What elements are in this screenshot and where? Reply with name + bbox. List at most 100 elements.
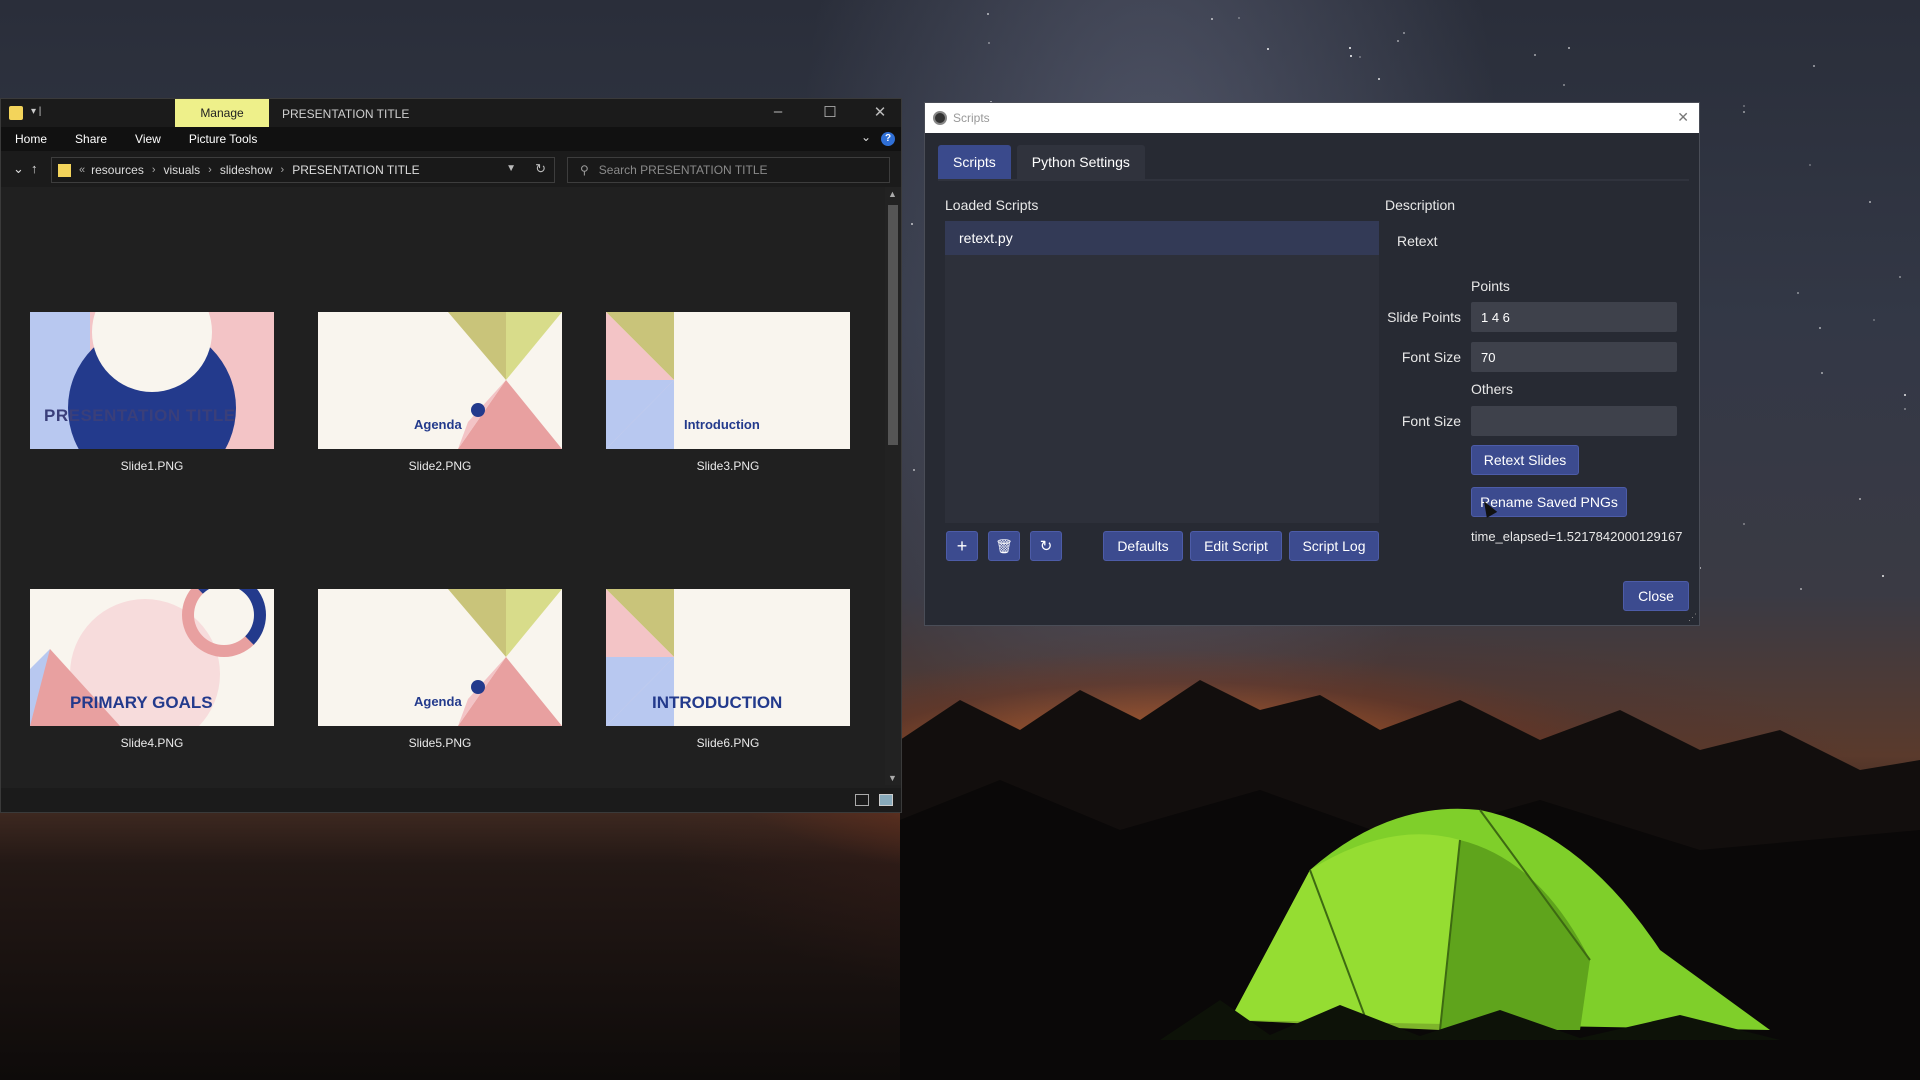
add-script-button[interactable]: + (946, 531, 978, 561)
breadcrumb-item[interactable]: visuals (163, 163, 200, 177)
folder-icon (58, 163, 71, 177)
vertical-scrollbar[interactable]: ▲ ▼ (885, 187, 901, 785)
breadcrumb-item[interactable]: slideshow (220, 163, 273, 177)
thumbnail: PRIMARY GOALS (30, 589, 274, 726)
slide-points-input[interactable]: 1 4 6 (1471, 302, 1677, 332)
status-bar (1, 788, 901, 812)
tab-scripts[interactable]: Scripts (938, 145, 1011, 179)
trash-icon: 🗑 (995, 537, 1013, 554)
window-title: PRESENTATION TITLE (282, 107, 410, 121)
file-name: Slide1.PNG (120, 459, 184, 473)
breadcrumb-item[interactable]: resources (91, 163, 144, 177)
close-button[interactable]: Close (1623, 581, 1689, 611)
file-item[interactable]: PRESENTATION TITLE Slide1.PNG (30, 312, 274, 473)
file-item[interactable]: INTRODUCTION Slide6.PNG (606, 589, 850, 750)
slide-points-label: Slide Points (1387, 309, 1461, 325)
star (1742, 110, 1745, 113)
tab-share[interactable]: Share (61, 132, 121, 146)
scroll-down-icon[interactable]: ▼ (888, 773, 897, 783)
time-elapsed-text: time_elapsed=1.5217842000129167 (1471, 529, 1683, 544)
file-item[interactable]: Agenda Slide2.PNG (318, 312, 562, 473)
star (1799, 587, 1802, 590)
chevron-icon: « (79, 164, 86, 176)
file-name: Slide6.PNG (696, 736, 760, 750)
script-description: Retext (1397, 233, 1438, 249)
slide-title: Introduction (684, 417, 760, 432)
up-arrow-icon[interactable]: ↑ (31, 161, 38, 176)
close-icon[interactable]: ✕ (1677, 109, 1689, 126)
refresh-icon[interactable]: ↻ (535, 161, 546, 177)
scrollbar-thumb[interactable] (888, 205, 898, 445)
slide-title: INTRODUCTION (652, 693, 783, 712)
resize-grip-icon[interactable]: ⋰ (1688, 612, 1697, 623)
plus-icon: + (956, 535, 968, 556)
scroll-up-icon[interactable]: ▲ (888, 189, 897, 199)
address-bar[interactable]: « resources › visuals › slideshow › PRES… (51, 157, 555, 183)
edit-script-button[interactable]: Edit Script (1190, 531, 1282, 561)
list-item[interactable]: retext.py (945, 221, 1379, 255)
others-font-size-input[interactable] (1471, 406, 1677, 436)
details-view-icon[interactable] (855, 794, 869, 806)
slide-title: Agenda (414, 417, 462, 432)
tab-manage[interactable]: Manage (175, 99, 269, 127)
large-icons-view-icon[interactable] (879, 794, 893, 806)
dialog-title: Scripts (953, 111, 990, 125)
help-icon[interactable]: ? (881, 132, 895, 146)
tab-view[interactable]: View (121, 132, 175, 146)
tab-underline (938, 179, 1689, 181)
close-icon[interactable]: ✕ (865, 103, 895, 121)
star (1358, 55, 1361, 58)
slide-title: Agenda (414, 694, 462, 709)
breadcrumb-item[interactable]: PRESENTATION TITLE (292, 163, 419, 177)
tab-python-settings[interactable]: Python Settings (1016, 145, 1145, 179)
loaded-scripts-label: Loaded Scripts (945, 197, 1039, 213)
font-size-input[interactable]: 70 (1471, 342, 1677, 372)
thumbnail: Agenda (318, 589, 562, 726)
ribbon-expand-icon[interactable]: ⌄ (861, 130, 871, 144)
star (1796, 291, 1799, 294)
star (1237, 17, 1240, 20)
recent-locations-icon[interactable]: ⌄ (13, 161, 24, 177)
star (1742, 104, 1745, 107)
file-item[interactable]: Introduction Slide3.PNG (606, 312, 850, 473)
others-font-size-label: Font Size (1401, 413, 1461, 429)
reload-script-button[interactable]: ↻ (1030, 531, 1062, 561)
chevron-right-icon: › (151, 164, 156, 176)
explorer-titlebar: ▾ | Manage PRESENTATION TITLE – ☐ ✕ (1, 99, 901, 127)
file-item[interactable]: PRIMARY GOALS Slide4.PNG (30, 589, 274, 750)
star (1348, 46, 1351, 49)
scripts-dialog: Scripts ✕ Scripts Python Settings Loaded… (924, 102, 1700, 626)
file-name: Slide4.PNG (120, 736, 184, 750)
file-item[interactable]: Agenda Slide5.PNG (318, 589, 562, 750)
chevron-right-icon: › (208, 164, 212, 176)
slide-title: PRIMARY GOALS (70, 693, 213, 712)
folder-icon (9, 106, 23, 120)
quick-access-dropdown-icon[interactable]: ▾ | (31, 106, 41, 117)
tab-picture-tools[interactable]: Picture Tools (175, 132, 271, 146)
thumbnail: Introduction (606, 312, 850, 449)
description-label: Description (1385, 197, 1456, 213)
loaded-scripts-list[interactable]: retext.py (945, 221, 1379, 523)
reload-icon: ↻ (1039, 538, 1053, 555)
ribbon: Home Share View Picture Tools ⌄ ? (1, 127, 901, 151)
slide-title: PRESENTATION TITLE (44, 406, 236, 425)
star (1267, 47, 1269, 50)
remove-script-button[interactable]: 🗑 (988, 531, 1020, 561)
tab-home[interactable]: Home (1, 132, 61, 146)
star (912, 468, 915, 471)
font-size-label: Font Size (1401, 349, 1461, 365)
star (1882, 574, 1885, 577)
tab-bar: Scripts Python Settings (938, 145, 1145, 179)
file-name: Slide2.PNG (408, 459, 472, 473)
star (1903, 393, 1906, 396)
star (1377, 77, 1380, 80)
minimize-icon[interactable]: – (763, 103, 793, 120)
search-placeholder: Search PRESENTATION TITLE (598, 163, 768, 177)
maximize-icon[interactable]: ☐ (815, 103, 845, 121)
chevron-down-icon[interactable]: ▼ (506, 163, 516, 174)
retext-slides-button[interactable]: Retext Slides (1471, 445, 1579, 475)
script-log-button[interactable]: Script Log (1289, 531, 1379, 561)
thumbnail: INTRODUCTION (606, 589, 850, 726)
search-input[interactable]: ⚲ Search PRESENTATION TITLE (567, 157, 890, 183)
defaults-button[interactable]: Defaults (1103, 531, 1183, 561)
